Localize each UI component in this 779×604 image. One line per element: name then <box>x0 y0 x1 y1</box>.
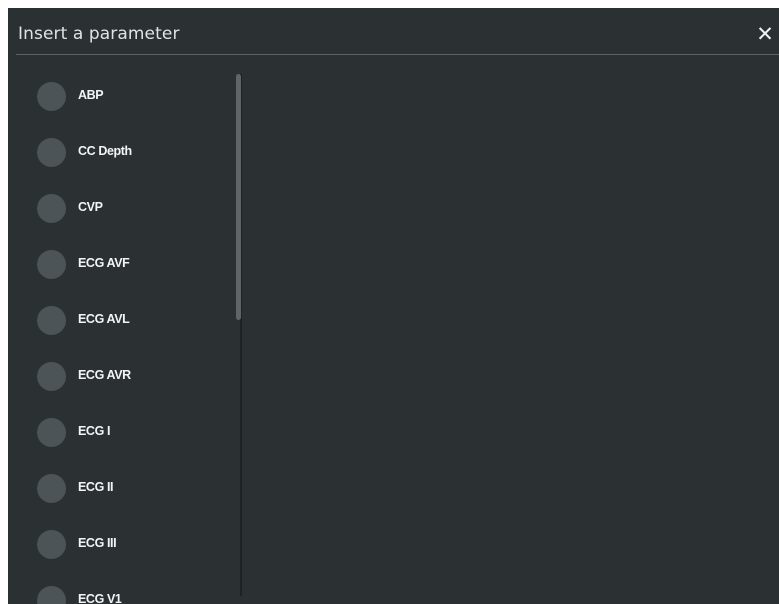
parameter-item-ecg-i[interactable]: ECG I <box>8 410 234 454</box>
parameter-label: CVP <box>78 200 103 214</box>
dialog-title: Insert a parameter <box>18 24 180 44</box>
parameter-label: CC Depth <box>78 144 132 158</box>
parameter-label: ECG I <box>78 424 111 438</box>
radio-button[interactable] <box>37 138 66 167</box>
parameter-item-ecg-avf[interactable]: ECG AVF <box>8 242 234 286</box>
radio-button[interactable] <box>37 474 66 503</box>
close-icon[interactable]: ✕ <box>755 22 775 46</box>
radio-button[interactable] <box>37 250 66 279</box>
radio-button[interactable] <box>37 418 66 447</box>
parameter-item-cvp[interactable]: CVP <box>8 186 234 230</box>
parameter-label: ABP <box>78 88 104 102</box>
parameter-label: ECG III <box>78 536 117 550</box>
parameter-label: ECG AVR <box>78 368 131 382</box>
radio-button[interactable] <box>37 586 66 604</box>
parameter-label: ECG II <box>78 480 114 494</box>
parameter-item-abp[interactable]: ABP <box>8 74 234 118</box>
parameter-item-ecg-iii[interactable]: ECG III <box>8 522 234 566</box>
radio-button[interactable] <box>37 194 66 223</box>
header-divider <box>16 54 779 55</box>
dialog-header: Insert a parameter ✕ <box>8 8 779 54</box>
parameter-item-ecg-avl[interactable]: ECG AVL <box>8 298 234 342</box>
radio-button[interactable] <box>37 306 66 335</box>
parameter-label: ECG V1 <box>78 592 122 604</box>
parameter-list: ABP CC Depth CVP ECG AVF ECG AVL ECG AVR… <box>8 74 240 604</box>
parameter-item-cc-depth[interactable]: CC Depth <box>8 130 234 174</box>
parameter-item-ecg-v1[interactable]: ECG V1 <box>8 578 234 604</box>
parameter-item-ecg-ii[interactable]: ECG II <box>8 466 234 510</box>
radio-button[interactable] <box>37 82 66 111</box>
radio-button[interactable] <box>37 362 66 391</box>
insert-parameter-dialog: Insert a parameter ✕ ABP CC Depth CVP EC… <box>8 8 779 604</box>
parameter-label: ECG AVF <box>78 256 130 270</box>
parameter-label: ECG AVL <box>78 312 130 326</box>
radio-button[interactable] <box>37 530 66 559</box>
parameter-item-ecg-avr[interactable]: ECG AVR <box>8 354 234 398</box>
scrollbar-thumb[interactable] <box>236 74 241 320</box>
